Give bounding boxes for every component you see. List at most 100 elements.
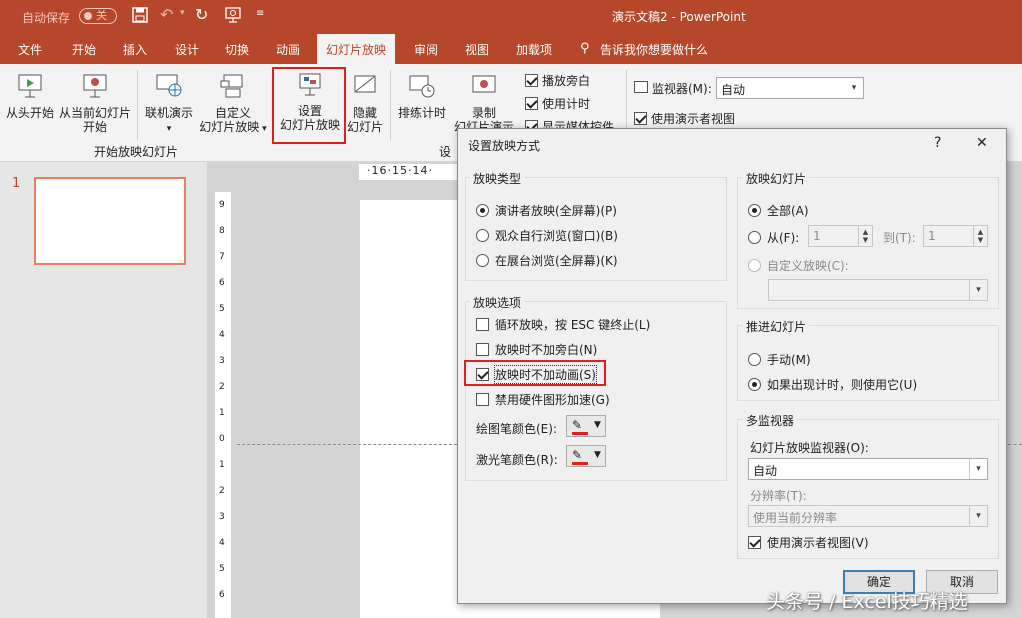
- radio-from-slides[interactable]: 从(F):: [748, 229, 799, 246]
- custom-label-2: 幻灯片放映: [199, 120, 260, 134]
- tab-insert[interactable]: 插入: [123, 41, 147, 58]
- lightbulb-search-icon: ⚲: [580, 41, 590, 56]
- undo-icon[interactable]: ↶: [160, 5, 173, 24]
- radio-icon: [748, 378, 761, 391]
- from-spinner[interactable]: 1 ▲ ▼: [808, 225, 873, 247]
- tab-transitions[interactable]: 切换: [225, 41, 249, 58]
- radio-custom-label: 自定义放映(C):: [767, 259, 849, 273]
- radio-kiosk-label: 在展台浏览(全屏幕)(K): [495, 254, 618, 268]
- presenter-view-checkbox[interactable]: 使用演示者视图: [634, 110, 735, 127]
- show-slides-title: 放映幻灯片: [743, 170, 810, 187]
- play-narration-checkbox[interactable]: 播放旁白: [525, 72, 590, 89]
- radio-manual[interactable]: 手动(M): [748, 351, 811, 368]
- radio-all-slides[interactable]: 全部(A): [748, 202, 809, 219]
- use-presenter-view-checkbox[interactable]: 使用演示者视图(V): [748, 534, 869, 551]
- online-present-label: 联机演示: [144, 106, 193, 120]
- slide-thumbnail-pane: 1: [0, 162, 207, 618]
- rehearse-label: 排练计时: [397, 106, 446, 120]
- tab-animations[interactable]: 动画: [276, 41, 300, 58]
- customize-qat-icon[interactable]: ≡: [256, 8, 264, 19]
- autosave-toggle[interactable]: 关: [79, 8, 117, 24]
- online-present-button[interactable]: 联机演示 ▾: [142, 72, 196, 136]
- tab-design[interactable]: 设计: [175, 41, 199, 58]
- checkbox-icon: [525, 97, 538, 110]
- resolution-select[interactable]: 使用当前分辨率 ▾: [748, 505, 988, 527]
- custom-show-select[interactable]: ▾: [768, 279, 988, 301]
- ruler-left-number: 4: [219, 330, 225, 340]
- radio-from-label: 从(F):: [767, 231, 800, 245]
- ruler-left-number: 5: [219, 304, 225, 314]
- from-current-label-2: 开始: [82, 120, 107, 134]
- radio-presenter[interactable]: 演讲者放映(全屏幕)(P): [476, 202, 617, 219]
- laser-color-picker[interactable]: ✎ ▼: [566, 445, 606, 467]
- autosave-state: 关: [96, 9, 107, 22]
- tab-addins[interactable]: 加载项: [516, 41, 552, 58]
- pen-color-picker[interactable]: ✎ ▼: [566, 415, 606, 437]
- radio-window[interactable]: 观众自行浏览(窗口)(B): [476, 227, 618, 244]
- ruler-left-number: 8: [219, 226, 225, 236]
- checkbox-icon: [476, 343, 489, 356]
- record-slideshow-button[interactable]: 录制 幻灯片演示: [450, 72, 518, 134]
- chevron-down-icon: ▾: [969, 280, 987, 300]
- undo-dropdown-icon[interactable]: ▾: [180, 8, 185, 18]
- from-current-button[interactable]: 从当前幻灯片 开始: [58, 72, 132, 134]
- highlight-setup-button: [272, 67, 346, 144]
- from-current-label-1: 从当前幻灯片: [58, 106, 131, 120]
- ruler-left-number: 9: [219, 200, 225, 210]
- save-icon[interactable]: [132, 7, 148, 23]
- radio-use-timings[interactable]: 如果出现计时，则使用它(U): [748, 376, 917, 393]
- from-value: 1: [813, 229, 821, 243]
- slide-thumbnail[interactable]: [34, 177, 186, 265]
- ribbon-tabs: 文件 开始 插入 设计 切换 动画 幻灯片放映 审阅 视图 加载项 ⚲ 告诉我你…: [0, 34, 1022, 64]
- to-spinner[interactable]: 1 ▲ ▼: [923, 225, 988, 247]
- tell-me-box[interactable]: 告诉我你想要做什么: [600, 41, 708, 58]
- checkbox-icon: [748, 536, 761, 549]
- monitor-icon: [634, 81, 648, 93]
- record-label-1: 录制: [471, 106, 496, 120]
- pen-color-swatch: [572, 432, 588, 435]
- advance-title: 推进幻灯片: [743, 318, 810, 335]
- from-beginning-qat-icon[interactable]: [224, 6, 242, 24]
- ruler-left-number: 6: [219, 278, 225, 288]
- checkbox-icon: [525, 74, 538, 87]
- laser-color-swatch: [572, 462, 588, 465]
- presenter-view-label: 使用演示者视图: [651, 112, 736, 126]
- hide-slide-button[interactable]: 隐藏 幻灯片: [345, 72, 385, 134]
- redo-icon[interactable]: ↻: [195, 5, 208, 24]
- close-icon[interactable]: ✕: [976, 135, 988, 151]
- document-title: 演示文稿2 - PowerPoint: [612, 10, 746, 24]
- tab-file[interactable]: 文件: [18, 41, 42, 58]
- to-label: 到(T):: [883, 231, 916, 245]
- group-label-start: 开始放映幻灯片: [94, 145, 179, 159]
- slideshow-monitor-select[interactable]: 自动 ▾: [748, 458, 988, 480]
- custom-slideshow-button[interactable]: 自定义 幻灯片放映 ▾: [197, 72, 269, 136]
- from-beginning-button[interactable]: 从头开始: [5, 72, 55, 120]
- use-timings-checkbox[interactable]: 使用计时: [525, 95, 590, 112]
- use-timings-label: 使用计时: [542, 97, 591, 111]
- no-narration-checkbox[interactable]: 放映时不加旁白(N): [476, 341, 597, 358]
- rehearse-timings-button[interactable]: 排练计时: [395, 72, 449, 120]
- tab-home[interactable]: 开始: [72, 41, 96, 58]
- radio-custom-show[interactable]: 自定义放映(C):: [748, 257, 849, 274]
- custom-slideshow-icon: [220, 74, 243, 98]
- monitor-select[interactable]: 自动 ▾: [716, 77, 864, 99]
- chevron-down-icon: ▼: [594, 420, 601, 430]
- chevron-down-icon: ▾: [969, 459, 987, 479]
- tab-review[interactable]: 审阅: [414, 41, 438, 58]
- record-icon: [472, 75, 496, 93]
- ruler-left-number: 1: [219, 460, 225, 470]
- resolution-label: 分辨率(T):: [750, 489, 807, 503]
- stopwatch-icon: [409, 75, 435, 98]
- radio-kiosk[interactable]: 在展台浏览(全屏幕)(K): [476, 252, 618, 269]
- disable-hw-label: 禁用硬件图形加速(G): [495, 393, 610, 407]
- ruler-left-number: 1: [219, 408, 225, 418]
- radio-icon: [748, 353, 761, 366]
- tab-view[interactable]: 视图: [465, 41, 489, 58]
- disable-hw-checkbox[interactable]: 禁用硬件图形加速(G): [476, 391, 610, 408]
- use-presenter-view-label: 使用演示者视图(V): [767, 536, 869, 550]
- help-button[interactable]: ?: [934, 135, 941, 151]
- tab-slideshow[interactable]: 幻灯片放映: [317, 34, 396, 64]
- multi-monitor-title: 多监视器: [743, 412, 798, 429]
- ruler-left-number: 4: [219, 538, 225, 548]
- loop-checkbox[interactable]: 循环放映，按 ESC 键终止(L): [476, 316, 650, 333]
